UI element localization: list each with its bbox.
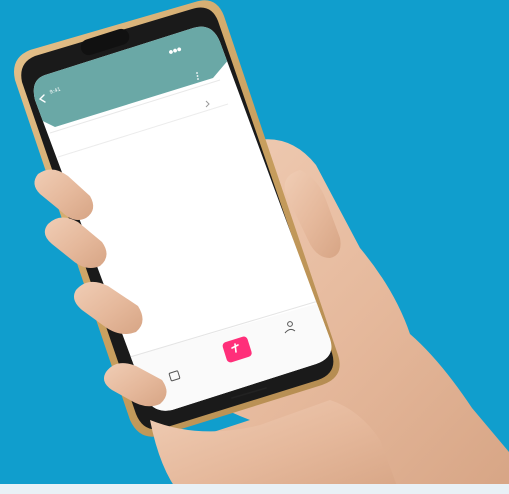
phone-in-hand-illustration [0, 0, 509, 494]
bottom-strip [0, 484, 509, 494]
